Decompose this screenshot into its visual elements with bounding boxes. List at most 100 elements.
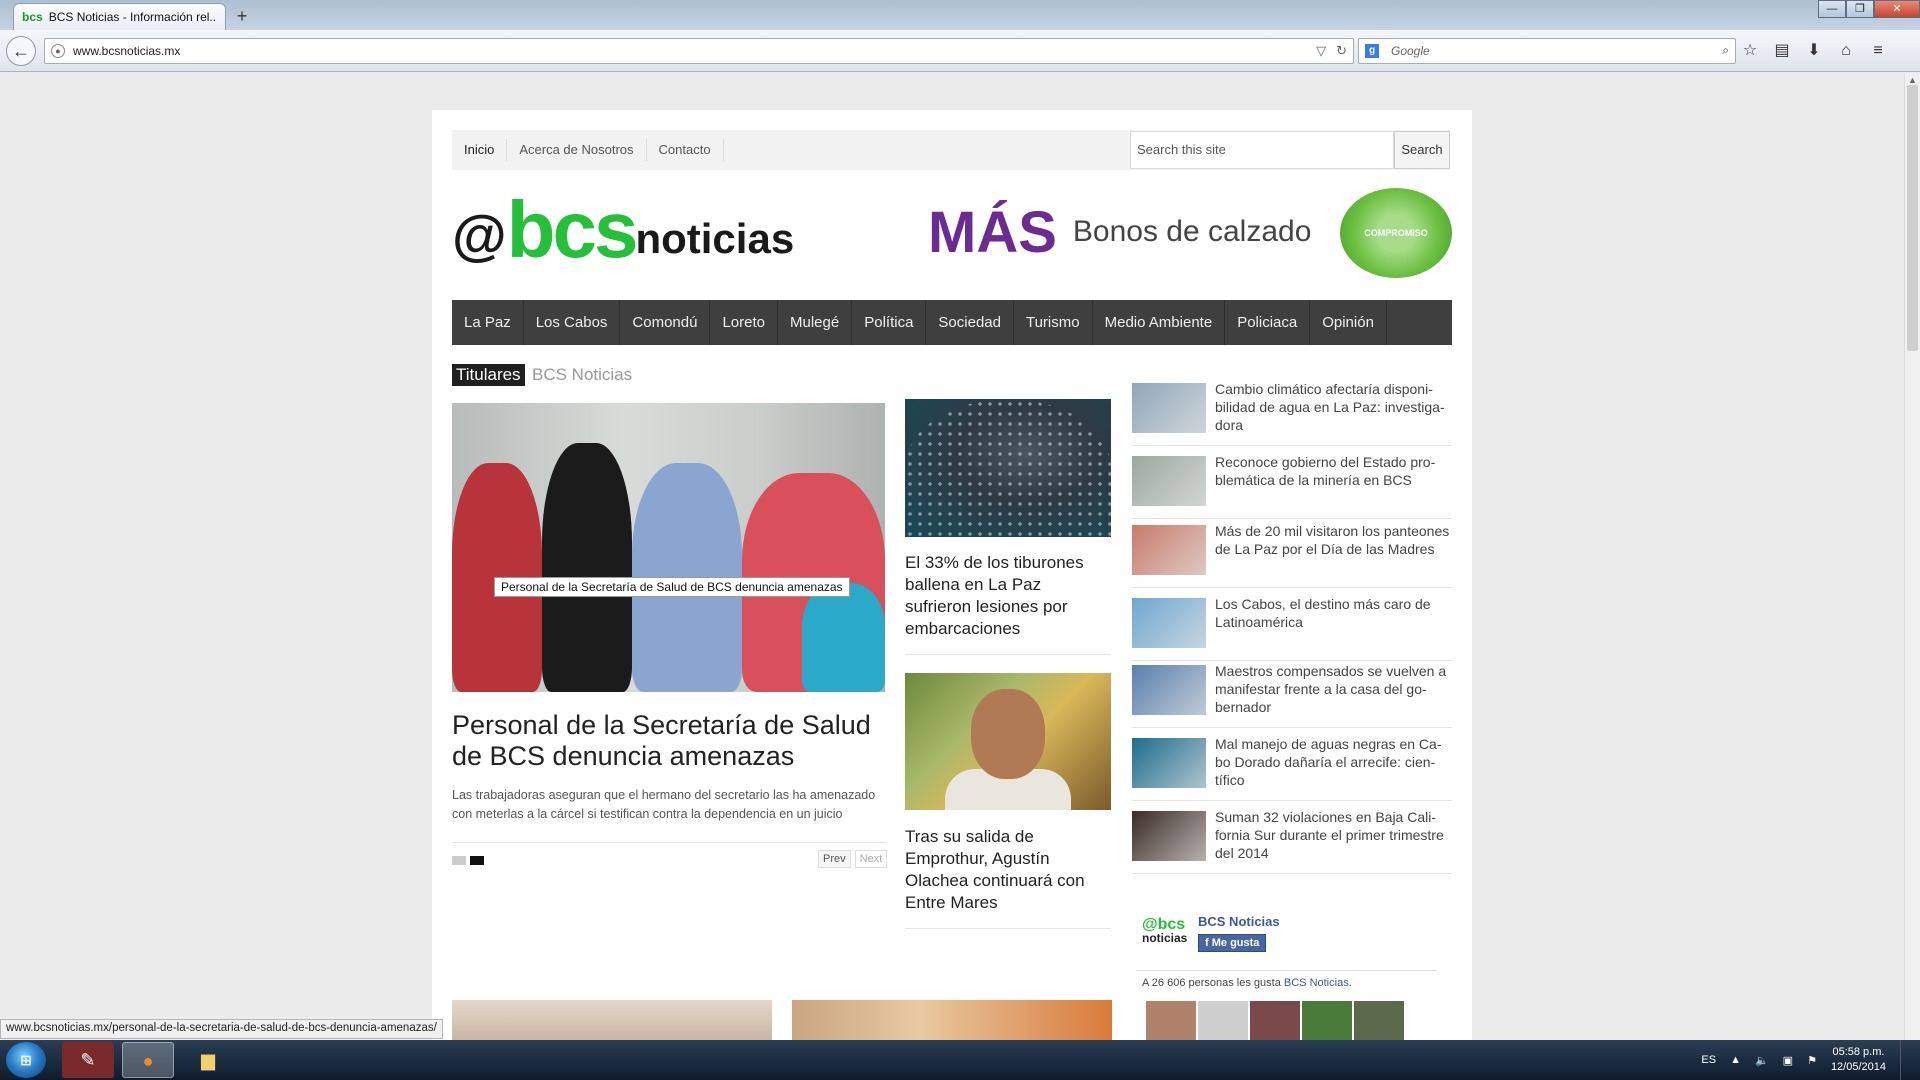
- minimize-icon[interactable]: —: [1818, 0, 1846, 18]
- article-image[interactable]: [792, 1000, 1112, 1040]
- show-desktop-button[interactable]: [1900, 1040, 1910, 1080]
- prev-button[interactable]: Prev: [818, 850, 851, 868]
- fan-avatar[interactable]: [1250, 1001, 1300, 1040]
- nav-turismo[interactable]: Turismo: [1014, 300, 1093, 345]
- sidebar-article-title[interactable]: Reconoce gobierno del Estado pro­blemáti…: [1215, 453, 1451, 489]
- bookmark-star-icon[interactable]: ☆: [1740, 38, 1760, 64]
- new-tab-button[interactable]: +: [232, 6, 252, 26]
- bookmarks-list-icon[interactable]: ▤: [1772, 38, 1792, 64]
- slider-dot-active[interactable]: [470, 856, 484, 865]
- firefox-icon: ●: [142, 1051, 154, 1071]
- article-image-portrait[interactable]: [905, 673, 1111, 810]
- top-menu-inicio[interactable]: Inicio: [452, 139, 508, 161]
- ad-banner[interactable]: MÁS Bonos de calzado COMPROMISO CUMPLIDO: [928, 186, 1452, 278]
- nav-opinion[interactable]: Opinión: [1310, 300, 1387, 345]
- taskbar-app-explorer[interactable]: ▆: [182, 1042, 234, 1078]
- url-bar[interactable]: ● www.bcsnoticias.mx ▽ ↻: [44, 38, 1354, 64]
- nav-medio-ambiente[interactable]: Medio Ambiente: [1093, 300, 1226, 345]
- nav-sociedad[interactable]: Sociedad: [926, 300, 1014, 345]
- taskbar-app-pdf[interactable]: ✎: [62, 1042, 114, 1078]
- feature-image[interactable]: [452, 403, 885, 692]
- menu-icon[interactable]: ≡: [1868, 38, 1888, 64]
- fan-avatar[interactable]: [1302, 1001, 1352, 1040]
- sidebar-article[interactable]: Reconoce gobierno del Estado pro­blemáti…: [1132, 453, 1452, 528]
- site-search-button[interactable]: Search: [1394, 131, 1450, 169]
- sidebar-thumbnail[interactable]: [1132, 525, 1206, 575]
- sidebar-article-title[interactable]: Los Cabos, el destino más caro de Latino…: [1215, 595, 1451, 631]
- tray-clock[interactable]: 05:58 p.m. 12/05/2014: [1831, 1045, 1886, 1075]
- scroll-up-icon[interactable]: ▲: [1908, 75, 1917, 85]
- taskbar-app-firefox[interactable]: ●: [122, 1042, 174, 1078]
- feature-title[interactable]: Personal de la Secretaría de Salud de BC…: [452, 710, 892, 772]
- sidebar-thumbnail[interactable]: [1132, 456, 1206, 506]
- folder-icon: ▆: [201, 1050, 215, 1070]
- nav-loreto[interactable]: Loreto: [710, 300, 779, 345]
- slider-dot[interactable]: [452, 856, 466, 865]
- tray-expand-icon[interactable]: ▲: [1730, 1054, 1741, 1066]
- home-icon[interactable]: ⌂: [1836, 38, 1856, 64]
- back-button[interactable]: ←: [6, 36, 36, 66]
- sidebar-article[interactable]: Suman 32 violaciones en Baja Cali­fornia…: [1132, 808, 1452, 883]
- sidebar-article[interactable]: Más de 20 mil visitaron los panteo­nes d…: [1132, 522, 1452, 597]
- nav-mulege[interactable]: Mulegé: [778, 300, 853, 345]
- site-search-input[interactable]: Search this site: [1130, 131, 1394, 169]
- article-image-whale-shark[interactable]: [905, 399, 1111, 537]
- facebook-page-logo[interactable]: @bcs noticias: [1142, 917, 1192, 958]
- globe-icon: ●: [51, 44, 65, 58]
- nav-policiaca[interactable]: Policiaca: [1225, 300, 1311, 345]
- sidebar-thumbnail[interactable]: [1132, 738, 1206, 788]
- sidebar-article-title[interactable]: Suman 32 violaciones en Baja Cali­fornia…: [1215, 808, 1451, 862]
- fan-avatar[interactable]: [1146, 1001, 1196, 1040]
- search-icon[interactable]: ⌕: [1722, 43, 1729, 58]
- article-title[interactable]: Tras su salida de Emprothur, Agustín Ola…: [905, 826, 1111, 914]
- facebook-page-name[interactable]: BCS Noticias: [1198, 914, 1280, 929]
- page-scrollbar[interactable]: ▲: [1904, 73, 1920, 1040]
- site-logo[interactable]: @ bcs noticias: [452, 185, 802, 274]
- browser-search-bar[interactable]: g Google ⌕: [1358, 38, 1736, 64]
- window-controls: — ❐ ✕: [1818, 0, 1920, 20]
- sidebar-article[interactable]: Cambio climático afectaría disponi­bilid…: [1132, 380, 1452, 455]
- sidebar-article-title[interactable]: Mal manejo de aguas negras en Ca­bo Dora…: [1215, 735, 1451, 789]
- sidebar-article-title[interactable]: Más de 20 mil visitaron los panteo­nes d…: [1215, 522, 1451, 558]
- next-button[interactable]: Next: [854, 850, 888, 868]
- sidebar-article-title[interactable]: Maestros compensados se vuelven a manife…: [1215, 662, 1451, 716]
- top-menu-acerca[interactable]: Acerca de Nosotros: [507, 139, 647, 161]
- nav-los-cabos[interactable]: Los Cabos: [524, 300, 621, 345]
- article-title[interactable]: El 33% de los tiburones ballena en La Pa…: [905, 552, 1111, 640]
- volume-icon[interactable]: 🔈: [1755, 1054, 1769, 1067]
- sidebar-thumbnail[interactable]: [1132, 665, 1206, 715]
- sidebar-article[interactable]: Maestros compensados se vuelven a manife…: [1132, 662, 1452, 737]
- nav-politica[interactable]: Política: [852, 300, 927, 345]
- article-divider: [905, 654, 1111, 655]
- fan-avatar[interactable]: [1354, 1001, 1404, 1040]
- browser-tab[interactable]: bcs BCS Noticias - Información rel...: [13, 3, 226, 30]
- facebook-page-link[interactable]: BCS Noticias: [1284, 977, 1349, 989]
- fan-avatar[interactable]: [1198, 1001, 1248, 1040]
- sidebar-article[interactable]: Mal manejo de aguas negras en Ca­bo Dora…: [1132, 735, 1452, 810]
- maximize-icon[interactable]: ❐: [1846, 0, 1874, 18]
- nav-comondu[interactable]: Comondú: [620, 300, 711, 345]
- language-indicator[interactable]: ES: [1701, 1054, 1716, 1066]
- top-menu-contacto[interactable]: Contacto: [647, 139, 724, 161]
- flag-icon[interactable]: ⚑: [1807, 1054, 1817, 1067]
- browser-toolbar: ☆ ▤ ⬇ ⌂ ≡: [1740, 38, 1888, 64]
- compromiso-seal-icon: COMPROMISO CUMPLIDO: [1340, 188, 1452, 278]
- start-button[interactable]: ⊞: [6, 1042, 46, 1078]
- sidebar-thumbnail[interactable]: [1132, 598, 1206, 648]
- facebook-faces: [1146, 1001, 1404, 1040]
- sidebar-article-title[interactable]: Cambio climático afectaría disponi­bilid…: [1215, 380, 1451, 434]
- dropdown-arrow-icon[interactable]: ▽: [1316, 43, 1326, 59]
- close-window-icon[interactable]: ✕: [1874, 0, 1920, 18]
- reload-icon[interactable]: ↻: [1336, 43, 1347, 59]
- article-image[interactable]: [452, 1000, 772, 1040]
- sidebar-article[interactable]: Los Cabos, el destino más caro de Latino…: [1132, 595, 1452, 670]
- facebook-widget: @bcs noticias BCS Noticias f Me gusta A 2…: [1136, 908, 1436, 1040]
- network-icon[interactable]: ▣: [1783, 1054, 1793, 1067]
- scrollbar-thumb[interactable]: [1907, 85, 1918, 351]
- sidebar-thumbnail[interactable]: [1132, 383, 1206, 433]
- nav-la-paz[interactable]: La Paz: [452, 300, 524, 345]
- facebook-like-button[interactable]: f Me gusta: [1198, 934, 1267, 952]
- sidebar-thumbnail[interactable]: [1132, 811, 1206, 861]
- logo-bcs: bcs: [506, 185, 639, 274]
- download-icon[interactable]: ⬇: [1804, 38, 1824, 64]
